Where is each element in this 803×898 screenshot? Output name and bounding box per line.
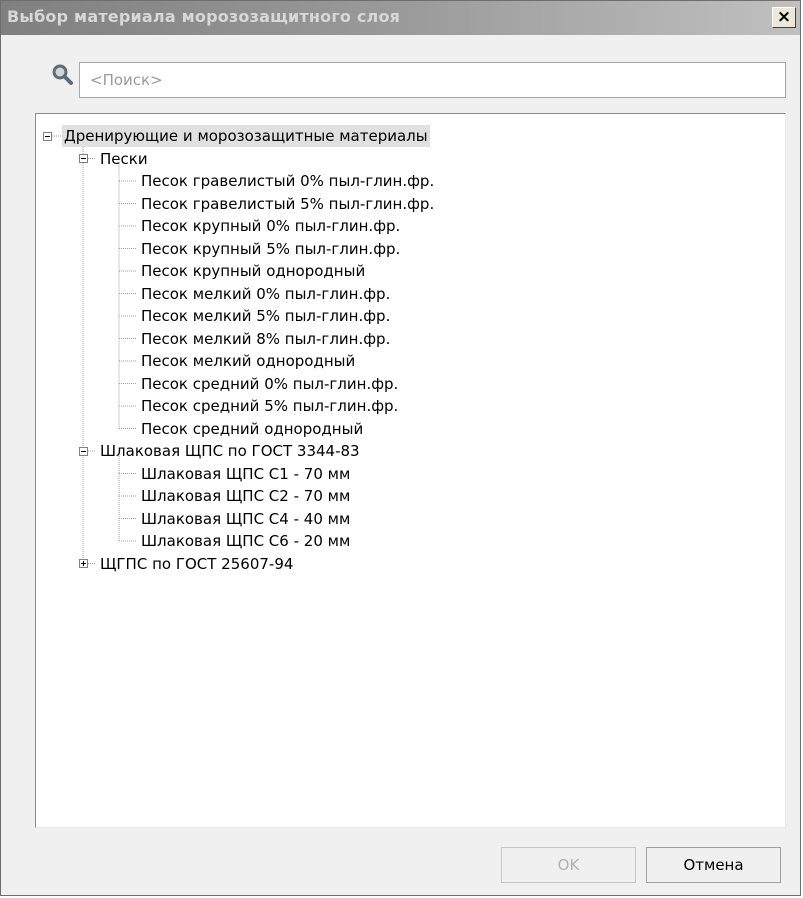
tree-root-node[interactable]: Дренирующие и морозозащитные материалы	[62, 125, 430, 147]
materials-tree[interactable]: Дренирующие и морозозащитные материалы Пе…	[35, 113, 786, 828]
root-collapse-toggle[interactable]	[42, 131, 52, 141]
tree-leaf-node[interactable]: Шлаковая ЩПС С4 - 40 мм	[139, 508, 352, 530]
close-button[interactable]: ×	[772, 7, 796, 28]
tree-leaf-node[interactable]: Песок гравелистый 0% пыл-глин.фр.	[139, 170, 436, 192]
group-toggle-0[interactable]	[78, 154, 88, 163]
tree-leaf-node[interactable]: Шлаковая ЩПС С2 - 70 мм	[139, 485, 352, 507]
tree-leaf-node[interactable]: Песок средний 5% пыл-глин.фр.	[139, 395, 400, 417]
tree-leaf-node[interactable]: Песок мелкий однородный	[139, 350, 357, 372]
window-title: Выбор материала морозозащитного слоя	[7, 7, 401, 26]
group-toggle-2[interactable]	[78, 559, 88, 568]
cancel-button[interactable]: Отмена	[646, 847, 781, 883]
tree-leaf-node[interactable]: Песок гравелистый 5% пыл-глин.фр.	[139, 193, 436, 215]
tree-leaf-node[interactable]: Песок средний однородный	[139, 418, 365, 440]
tree-leaf-node[interactable]: Песок мелкий 8% пыл-глин.фр.	[139, 328, 392, 350]
tree-leaf-node[interactable]: Песок средний 0% пыл-глин.фр.	[139, 373, 400, 395]
group-toggle-1[interactable]	[78, 446, 88, 456]
tree-leaf-node[interactable]: Песок мелкий 5% пыл-глин.фр.	[139, 305, 392, 327]
tree-leaf-node[interactable]: Песок крупный однородный	[139, 260, 367, 282]
tree-leaf-node[interactable]: Песок крупный 0% пыл-глин.фр.	[139, 215, 402, 237]
tree-leaf-node[interactable]: Шлаковая ЩПС С1 - 70 мм	[139, 463, 352, 485]
search-input[interactable]	[79, 62, 786, 98]
title-bar[interactable]: Выбор материала морозозащитного слоя ×	[1, 1, 800, 35]
search-icon	[52, 64, 73, 85]
ok-button[interactable]: OK	[501, 847, 636, 883]
tree-group-node[interactable]: ЩГПС по ГОСТ 25607-94	[98, 553, 295, 575]
tree-leaf-node[interactable]: Шлаковая ЩПС С6 - 20 мм	[139, 530, 352, 552]
tree-leaf-node[interactable]: Песок мелкий 0% пыл-глин.фр.	[139, 283, 392, 305]
tree-group-node[interactable]: Шлаковая ЩПС по ГОСТ 3344-83	[98, 440, 362, 462]
tree-leaf-node[interactable]: Песок крупный 5% пыл-глин.фр.	[139, 238, 402, 260]
tree-group-node[interactable]: Пески	[98, 148, 150, 170]
material-select-dialog: Выбор материала морозозащитного слоя × Д…	[0, 0, 801, 896]
